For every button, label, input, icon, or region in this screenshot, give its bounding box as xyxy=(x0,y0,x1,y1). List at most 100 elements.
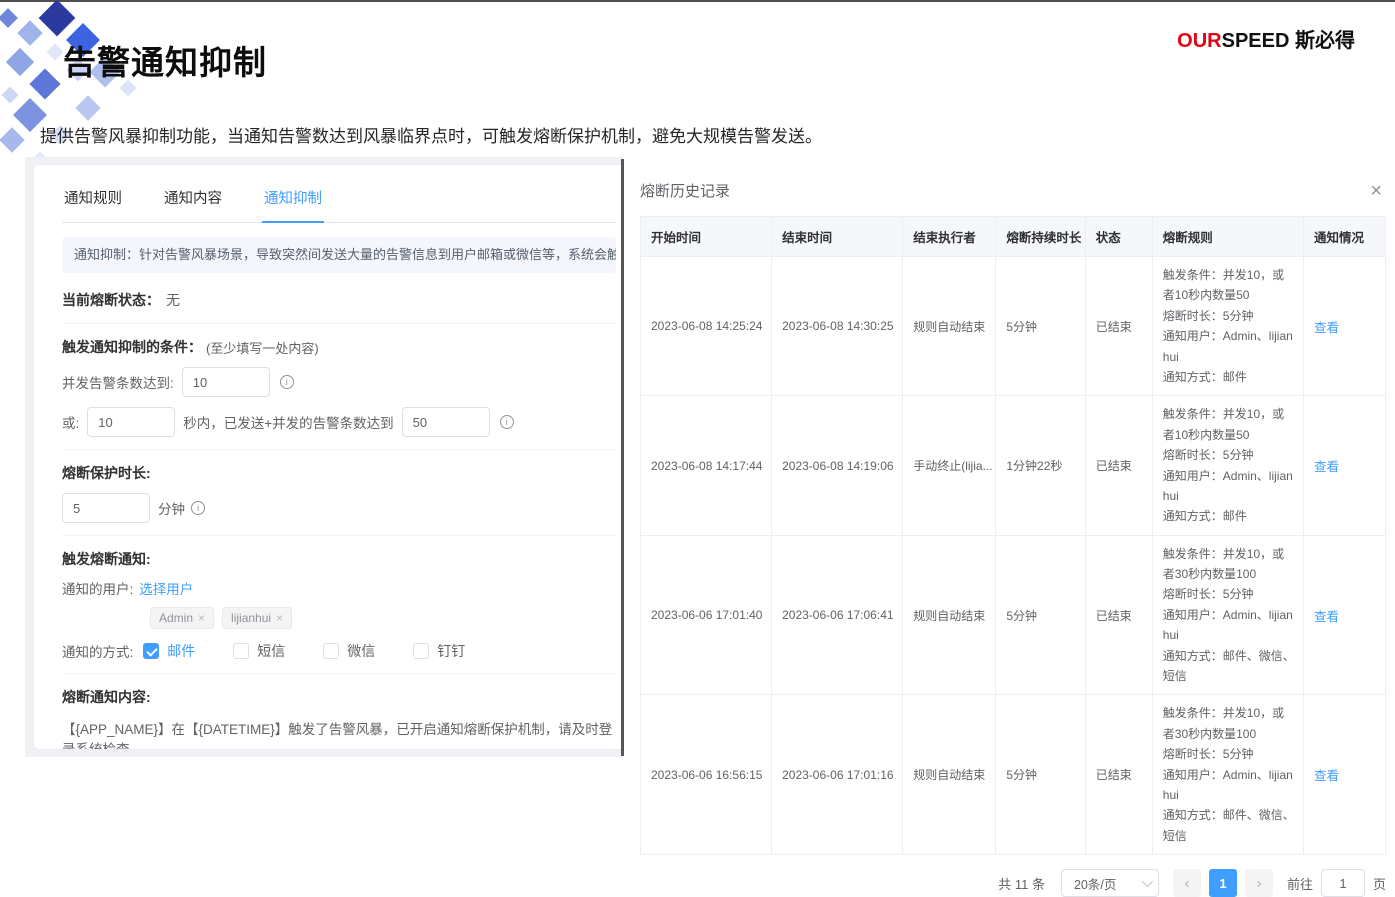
or-label: 或: xyxy=(62,412,79,432)
cell-duration: 5分钟 xyxy=(996,257,1085,396)
method-dingtalk-checkbox[interactable]: 钉钉 xyxy=(413,641,465,661)
condition-label: 触发通知抑制的条件： xyxy=(62,337,202,357)
tag-label: lijianhui xyxy=(231,611,271,625)
cell-status: 已结束 xyxy=(1085,257,1152,396)
cell-start: 2023-06-06 16:56:15 xyxy=(641,695,772,855)
next-page-button[interactable]: › xyxy=(1245,869,1273,897)
duration-unit: 分钟 xyxy=(158,498,185,518)
seconds-label: 秒内，已发送+并发的告警条数达到 xyxy=(183,412,393,432)
tab-notify-suppress[interactable]: 通知抑制 xyxy=(262,181,324,223)
checkbox-checked-icon xyxy=(143,643,159,659)
col-end-time: 结束时间 xyxy=(772,217,903,257)
cell-start: 2023-06-08 14:17:44 xyxy=(641,396,772,535)
table-row: 2023-06-06 16:56:15 2023-06-06 17:01:16 … xyxy=(641,695,1386,855)
page-size-value: 20条/页 xyxy=(1074,874,1116,893)
view-link[interactable]: 查看 xyxy=(1314,769,1339,783)
method-wechat-checkbox[interactable]: 微信 xyxy=(323,641,375,661)
concurrent-label: 并发告警条数达到: xyxy=(62,372,174,392)
settings-card: 通知规则 通知内容 通知抑制 通知抑制：针对告警风暴场景，导致突然间发送大量的告… xyxy=(33,164,622,750)
method-email-checkbox[interactable]: 邮件 xyxy=(143,641,195,661)
cell-duration: 1分钟22秒 xyxy=(996,396,1085,535)
user-tag-admin[interactable]: Admin × xyxy=(150,607,214,629)
info-icon[interactable] xyxy=(500,415,514,429)
cell-duration: 5分钟 xyxy=(996,535,1085,695)
tag-close-icon[interactable]: × xyxy=(198,611,205,625)
view-link[interactable]: 查看 xyxy=(1314,321,1339,335)
condition-hint: (至少填写一处内容) xyxy=(206,338,319,357)
cell-duration: 5分钟 xyxy=(996,695,1085,855)
cell-action: 查看 xyxy=(1304,257,1386,396)
checkbox-icon xyxy=(413,643,429,659)
page-description: 提供告警风暴抑制功能，当通知告警数达到风暴临界点时，可触发熔断保护机制，避免大规… xyxy=(40,122,822,147)
col-executor: 结束执行者 xyxy=(903,217,996,257)
trigger-condition-section: 触发通知抑制的条件： (至少填写一处内容) 并发告警条数达到: 或: 秒内，已发… xyxy=(62,323,616,449)
view-link[interactable]: 查看 xyxy=(1314,460,1339,474)
cell-start: 2023-06-06 17:01:40 xyxy=(641,535,772,695)
duration-input[interactable] xyxy=(62,493,150,523)
cell-status: 已结束 xyxy=(1085,535,1152,695)
tab-bar: 通知规则 通知内容 通知抑制 xyxy=(62,165,616,223)
cell-end: 2023-06-08 14:30:25 xyxy=(772,257,903,396)
window-top-border xyxy=(0,0,1395,2)
method-sms-checkbox[interactable]: 短信 xyxy=(233,641,285,661)
table-row: 2023-06-08 14:17:44 2023-06-08 14:19:06 … xyxy=(641,396,1386,535)
cell-rule: 触发条件：并发10，或者30秒内数量100 熔断时长：5分钟 通知用户：Admi… xyxy=(1152,695,1303,855)
cell-end: 2023-06-06 17:01:16 xyxy=(772,695,903,855)
sent-count-input[interactable] xyxy=(402,407,490,437)
checkbox-icon xyxy=(233,643,249,659)
info-icon[interactable] xyxy=(191,501,205,515)
col-rule: 熔断规则 xyxy=(1152,217,1303,257)
close-icon[interactable]: × xyxy=(1366,181,1386,201)
current-status-value: 无 xyxy=(166,290,180,310)
notify-method-label: 通知的方式: xyxy=(62,641,133,661)
current-fuse-status: 当前熔断状态： 无 xyxy=(62,290,616,323)
goto-page-input[interactable] xyxy=(1321,869,1365,897)
cell-end: 2023-06-08 14:19:06 xyxy=(772,396,903,535)
brand-logo: OURSPEED 斯必得 xyxy=(1177,24,1355,53)
cell-status: 已结束 xyxy=(1085,695,1152,855)
cell-rule: 触发条件：并发10，或者10秒内数量50 熔断时长：5分钟 通知用户：Admin… xyxy=(1152,396,1303,535)
cell-end: 2023-06-06 17:06:41 xyxy=(772,535,903,695)
cell-executor: 规则自动结束 xyxy=(903,695,996,855)
fuse-history-panel: 熔断历史记录 × 开始时间 结束时间 结束执行者 熔断持续时长 状态 熔断规则 … xyxy=(640,180,1386,897)
concurrent-count-input[interactable] xyxy=(182,367,270,397)
cell-action: 查看 xyxy=(1304,396,1386,535)
content-label: 熔断通知内容: xyxy=(62,687,151,707)
duration-label: 熔断保护时长: xyxy=(62,463,151,483)
info-icon[interactable] xyxy=(280,375,294,389)
select-users-link[interactable]: 选择用户 xyxy=(139,578,193,598)
cell-rule: 触发条件：并发10，或者10秒内数量50 熔断时长：5分钟 通知用户：Admin… xyxy=(1152,257,1303,396)
logo-speed: SPEED xyxy=(1222,30,1290,52)
chevron-down-icon xyxy=(1142,876,1153,887)
cell-executor: 规则自动结束 xyxy=(903,535,996,695)
history-title: 熔断历史记录 xyxy=(640,180,730,201)
cell-rule: 触发条件：并发10，或者30秒内数量100 熔断时长：5分钟 通知用户：Admi… xyxy=(1152,535,1303,695)
logo-our: OUR xyxy=(1177,30,1221,52)
user-tag-lijianhui[interactable]: lijianhui × xyxy=(222,607,292,629)
cell-executor: 规则自动结束 xyxy=(903,257,996,396)
col-duration: 熔断持续时长 xyxy=(996,217,1085,257)
goto-unit: 页 xyxy=(1373,874,1386,893)
pagination-total: 共 11 条 xyxy=(998,874,1045,893)
table-row: 2023-06-06 17:01:40 2023-06-06 17:06:41 … xyxy=(641,535,1386,695)
page-number-button[interactable]: 1 xyxy=(1209,869,1237,897)
current-status-label: 当前熔断状态： xyxy=(62,290,160,310)
notification-settings-panel: 通知规则 通知内容 通知抑制 通知抑制：针对告警风暴场景，导致突然间发送大量的告… xyxy=(25,157,622,757)
view-link[interactable]: 查看 xyxy=(1314,610,1339,624)
table-header-row: 开始时间 结束时间 结束执行者 熔断持续时长 状态 熔断规则 通知情况 xyxy=(641,217,1386,257)
tab-notify-content[interactable]: 通知内容 xyxy=(162,181,224,222)
tab-notify-rules[interactable]: 通知规则 xyxy=(62,181,124,222)
tag-label: Admin xyxy=(159,611,193,625)
seconds-window-input[interactable] xyxy=(87,407,175,437)
checkbox-icon xyxy=(323,643,339,659)
page-title: 告警通知抑制 xyxy=(63,36,267,84)
pagination: 共 11 条 20条/页 ‹ 1 › 前往 页 xyxy=(640,869,1386,897)
page-size-select[interactable]: 20条/页 xyxy=(1061,869,1159,897)
cell-executor: 手动终止(lijia... xyxy=(903,396,996,535)
col-status: 状态 xyxy=(1085,217,1152,257)
logo-cn: 斯必得 xyxy=(1289,30,1355,52)
prev-page-button[interactable]: ‹ xyxy=(1173,869,1201,897)
col-notify: 通知情况 xyxy=(1304,217,1386,257)
fuse-duration-section: 熔断保护时长: 分钟 xyxy=(62,449,616,535)
tag-close-icon[interactable]: × xyxy=(276,611,283,625)
